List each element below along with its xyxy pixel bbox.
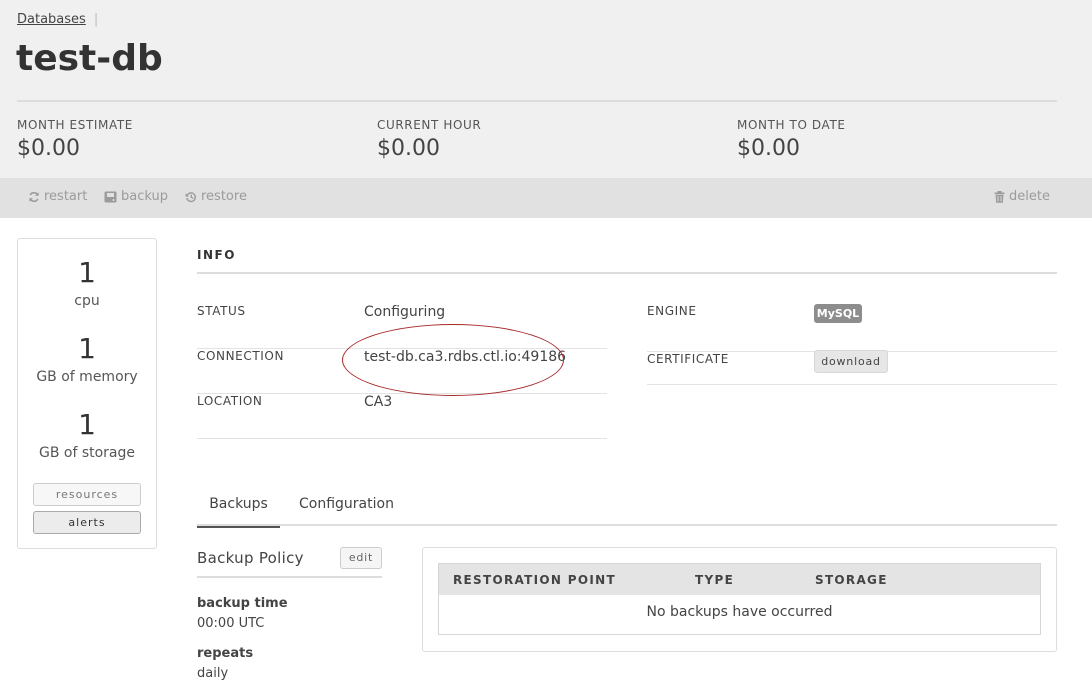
- backup-button[interactable]: backup: [104, 189, 168, 204]
- backup-time-value: 00:00 UTC: [197, 616, 265, 631]
- cost-label: MONTH TO DATE: [737, 118, 846, 132]
- backup-policy-edit-button[interactable]: edit: [340, 547, 382, 569]
- delete-button[interactable]: delete: [994, 189, 1050, 204]
- memory-stat: 1 GB of memory: [18, 332, 156, 386]
- storage-stat: 1 GB of storage: [18, 408, 156, 462]
- cost-label: MONTH ESTIMATE: [17, 118, 133, 132]
- cost-value: $0.00: [737, 136, 800, 161]
- cost-value: $0.00: [377, 136, 440, 161]
- restore-button[interactable]: restore: [185, 189, 247, 204]
- tab-configuration[interactable]: Configuration: [299, 496, 394, 512]
- delete-label: delete: [1009, 189, 1050, 204]
- cost-month-estimate: MONTH ESTIMATE $0.00: [17, 118, 133, 161]
- backup-policy-title: Backup Policy: [197, 549, 304, 567]
- backup-policy-divider: [197, 576, 382, 578]
- column-storage: STORAGE: [815, 573, 888, 587]
- action-toolbar: restart backup restore delete: [0, 178, 1092, 218]
- page-title: test-db: [16, 38, 163, 79]
- cost-month-to-date: MONTH TO DATE $0.00: [737, 118, 846, 161]
- repeats-label: repeats: [197, 646, 254, 661]
- column-restoration-point: RESTORATION POINT: [453, 573, 616, 587]
- resources-card: 1 cpu 1 GB of memory 1 GB of storage res…: [17, 238, 157, 549]
- location-row: LOCATION CA3: [197, 394, 607, 439]
- breadcrumb: Databases |: [17, 12, 98, 27]
- tab-backups[interactable]: Backups: [197, 496, 280, 528]
- history-icon: [185, 191, 196, 202]
- cost-label: CURRENT HOUR: [377, 118, 482, 132]
- backup-time-label: backup time: [197, 596, 288, 611]
- cpu-unit: cpu: [74, 293, 100, 309]
- backups-table: RESTORATION POINT TYPE STORAGE No backup…: [438, 563, 1041, 635]
- resources-button[interactable]: resources: [33, 483, 141, 506]
- breadcrumb-databases-link[interactable]: Databases: [17, 12, 86, 27]
- connection-label: CONNECTION: [197, 349, 285, 363]
- storage-value: 1: [78, 408, 96, 441]
- refresh-icon: [29, 191, 39, 202]
- info-divider: [197, 272, 1057, 274]
- engine-label: ENGINE: [647, 304, 697, 318]
- memory-unit: GB of memory: [36, 369, 138, 385]
- tab-bar: Backups Configuration: [197, 492, 1057, 528]
- restart-button[interactable]: restart: [28, 189, 87, 204]
- memory-value: 1: [78, 332, 96, 365]
- backups-table-header: RESTORATION POINT TYPE STORAGE: [439, 564, 1040, 595]
- page-header: Databases | test-db MONTH ESTIMATE $0.00 …: [0, 0, 1092, 178]
- cost-current-hour: CURRENT HOUR $0.00: [377, 118, 481, 161]
- header-divider: [17, 100, 1057, 102]
- cpu-stat: 1 cpu: [18, 256, 156, 310]
- column-type: TYPE: [695, 573, 735, 587]
- storage-unit: GB of storage: [38, 445, 136, 461]
- trash-icon: [994, 190, 1005, 203]
- backup-label: backup: [121, 189, 168, 204]
- repeats-value: daily: [197, 666, 229, 681]
- alerts-button[interactable]: alerts: [33, 511, 141, 534]
- location-label: LOCATION: [197, 394, 263, 408]
- restart-label: restart: [44, 189, 88, 204]
- backups-empty-message: No backups have occurred: [646, 604, 833, 620]
- engine-badge: MySQL: [814, 304, 862, 323]
- restore-label: restore: [201, 189, 247, 204]
- certificate-label: CERTIFICATE: [647, 352, 729, 366]
- status-label: STATUS: [197, 304, 246, 318]
- location-value: CA3: [364, 394, 393, 410]
- disk-icon: [104, 191, 117, 202]
- annotation-oval: [342, 324, 564, 396]
- main-content: 1 cpu 1 GB of memory 1 GB of storage res…: [0, 218, 1092, 689]
- breadcrumb-separator: |: [93, 12, 99, 27]
- certificate-download-button[interactable]: download: [814, 350, 888, 373]
- cpu-value: 1: [78, 256, 96, 289]
- cost-value: $0.00: [17, 136, 80, 161]
- info-heading: INFO: [197, 248, 236, 262]
- status-value: Configuring: [364, 304, 446, 320]
